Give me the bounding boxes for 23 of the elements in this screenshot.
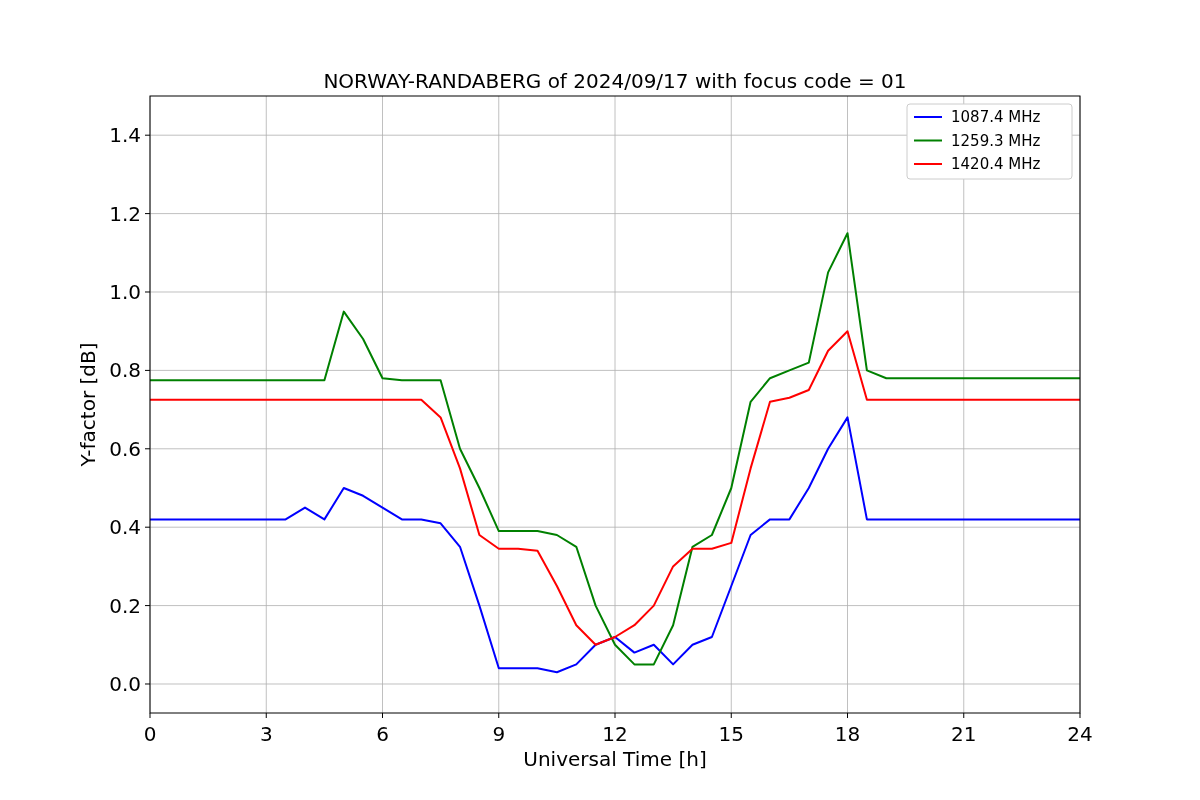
chart-title: NORWAY-RANDABERG of 2024/09/17 with focus code = 01 xyxy=(323,69,907,93)
x-tick-label: 9 xyxy=(492,722,506,746)
x-tick-label: 0 xyxy=(143,722,157,746)
y-tick-label: 0.0 xyxy=(109,672,141,696)
y-tick-label: 0.8 xyxy=(109,358,141,383)
x-tick-label: 6 xyxy=(376,722,389,746)
y-tick-label: 1.4 xyxy=(109,123,141,148)
legend-label: 1259.3 MHz xyxy=(951,131,1041,150)
legend-label: 1087.4 MHz xyxy=(951,108,1041,126)
y-tick-label: 1.0 xyxy=(109,280,141,304)
y-tick-label: 0.2 xyxy=(109,593,141,618)
x-tick-label: 12 xyxy=(602,722,628,746)
y-tick-label: 0.4 xyxy=(109,515,141,540)
legend-label: 1420.4 MHz xyxy=(951,155,1041,173)
y-tick-label: 1.2 xyxy=(109,201,141,226)
x-tick-label: 3 xyxy=(259,722,273,746)
y-tick-label: 0.6 xyxy=(109,436,141,461)
x-tick-label: 15 xyxy=(718,722,744,746)
x-tick-label: 18 xyxy=(834,722,861,746)
x-tick-label: 21 xyxy=(951,722,977,746)
x-axis-label: Universal Time [h] xyxy=(523,747,707,771)
x-tick-label: 24 xyxy=(1067,722,1093,746)
y-axis-label: Y-factor [dB] xyxy=(76,342,100,467)
